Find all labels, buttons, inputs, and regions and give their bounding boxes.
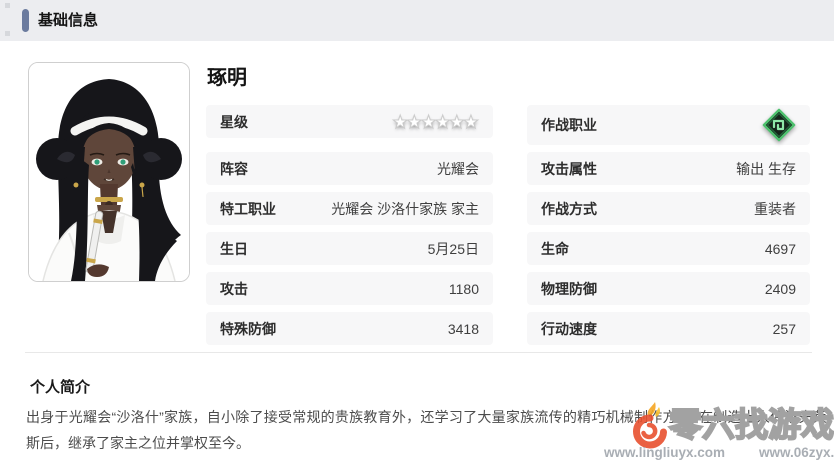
stats-column-right: 作战职业 攻击属性 输出 生存 作战方式 重装者 生命 4697 物理防御 24… [527,105,810,352]
stat-label: 生日 [220,240,248,257]
star-rating: ★★★★★★ [392,111,480,132]
stat-value: 1180 [448,280,479,297]
stat-row-agent-title: 特工职业 光耀会 沙洛什家族 家主 [206,192,493,225]
bio-section-title: 个人简介 [30,379,91,396]
character-info-page: 基础信息 琢明 星级 ★★★★★★ 阵容 光耀会 特工职业 光耀会 沙洛什家族 … [0,0,834,465]
stat-label: 星级 [220,113,248,130]
stat-row-speed: 行动速度 257 [527,312,810,345]
stat-row-special-defense: 特殊防御 3418 [206,312,493,345]
stat-value: 257 [772,320,796,337]
stat-value: 输出 生存 [736,160,796,177]
stat-row-combat-class: 作战职业 [527,105,810,145]
stat-value: 5月25日 [427,240,479,257]
section-header-bar: 基础信息 [0,0,834,41]
stat-value: 4697 [764,240,796,257]
decorative-dot [5,31,10,36]
stat-row-star-rating: 星级 ★★★★★★ [206,105,493,138]
character-name: 琢明 [207,67,247,89]
stat-label: 物理防御 [541,280,597,297]
character-portrait [28,62,190,282]
stat-value: 2409 [764,280,796,297]
stat-value: 光耀会 [437,160,479,177]
stat-label: 阵容 [220,160,248,177]
bio-text: 出身于光耀会“沙洛什”家族，自小除了接受常规的贵族教育外，还学习了大量家族流传的… [26,409,827,451]
stat-label: 攻击 [220,280,248,297]
section-divider [25,352,812,353]
stat-label: 攻击属性 [541,160,597,177]
stat-row-physical-defense: 物理防御 2409 [527,272,810,305]
stat-value: 重装者 [754,200,796,217]
stat-value: 光耀会 沙洛什家族 家主 [331,200,479,217]
stat-row-combat-style: 作战方式 重装者 [527,192,810,225]
portrait-illustration [29,63,189,281]
stat-row-faction: 阵容 光耀会 [206,152,493,185]
stat-row-attack-attribute: 攻击属性 输出 生存 [527,152,810,185]
stats-column-left: 星级 ★★★★★★ 阵容 光耀会 特工职业 光耀会 沙洛什家族 家主 生日 5月… [206,105,493,352]
stat-label: 作战方式 [541,200,597,217]
decorative-dot [5,3,10,8]
stat-label: 作战职业 [541,117,597,133]
stat-label: 生命 [541,240,569,257]
accent-bar [22,9,29,32]
stat-row-attack: 攻击 1180 [206,272,493,305]
stat-row-hp: 生命 4697 [527,232,810,265]
stat-label: 特殊防御 [220,320,276,337]
combat-class-diamond-icon [762,108,796,142]
stat-label: 行动速度 [541,320,597,337]
stat-value: 3418 [447,320,479,337]
stat-label: 特工职业 [220,200,276,217]
stat-row-birthday: 生日 5月25日 [206,232,493,265]
section-title: 基础信息 [38,12,99,29]
